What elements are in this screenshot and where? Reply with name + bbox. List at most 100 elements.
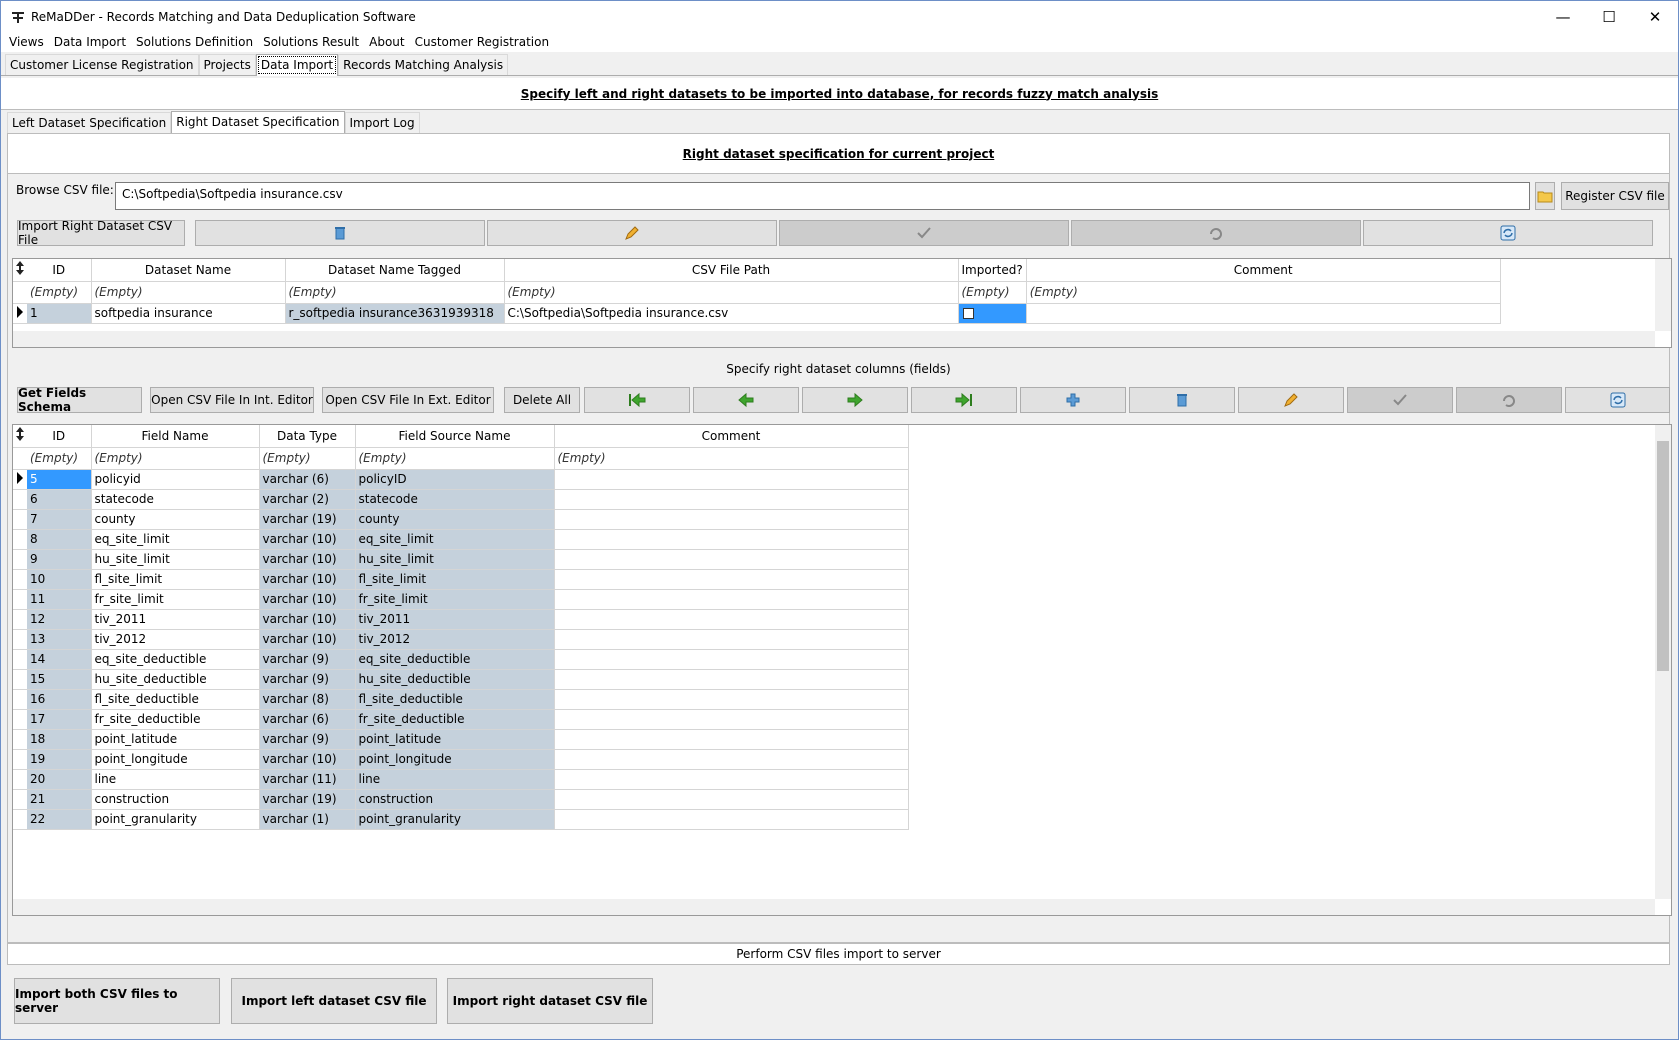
filter-cell[interactable]: (Empty) — [27, 447, 92, 470]
register-csv-button[interactable]: Register CSV file — [1561, 182, 1669, 210]
cell-id[interactable]: 10 — [27, 569, 92, 590]
cell-id[interactable]: 1 — [27, 303, 92, 324]
tab-left-dataset[interactable]: Left Dataset Specification — [7, 112, 172, 133]
cell-field-name[interactable]: policyid — [91, 469, 260, 490]
table-row[interactable]: 22 point_granularity varchar (1) point_gran… — [13, 809, 909, 830]
cell-field-source-name[interactable]: point_longitude — [355, 749, 555, 770]
dataset-delete-button[interactable] — [195, 220, 485, 246]
menu-data-import[interactable]: Data Import — [50, 35, 130, 49]
cell-field-source-name[interactable]: fl_site_deductible — [355, 689, 555, 710]
cell-field-source-name[interactable]: fr_site_limit — [355, 589, 555, 610]
menu-solutions-result[interactable]: Solutions Result — [259, 35, 363, 49]
fields-vscroll[interactable] — [1655, 425, 1671, 899]
cell-data-type[interactable]: varchar (10) — [259, 589, 356, 610]
filter-cell[interactable]: (Empty) — [554, 447, 909, 470]
nav-cancel-button[interactable] — [1456, 387, 1562, 413]
col-imported[interactable]: Imported? — [958, 259, 1027, 282]
cell-comment[interactable] — [554, 609, 909, 630]
cell-data-type[interactable]: varchar (19) — [259, 789, 356, 810]
cell-field-source-name[interactable]: tiv_2011 — [355, 609, 555, 630]
fields-hscroll[interactable] — [13, 899, 1655, 915]
cell-comment[interactable] — [554, 589, 909, 610]
cell-field-source-name[interactable]: fl_site_limit — [355, 569, 555, 590]
dataset-hscroll[interactable] — [13, 331, 1655, 347]
cell-comment[interactable] — [554, 629, 909, 650]
cell-comment[interactable] — [554, 469, 909, 490]
dataset-vscroll[interactable] — [1655, 259, 1671, 331]
filter-cell[interactable]: (Empty) — [91, 447, 260, 470]
cell-field-source-name[interactable]: hu_site_limit — [355, 549, 555, 570]
table-row[interactable]: 8 eq_site_limit varchar (10) eq_site_limit — [13, 529, 909, 550]
table-row[interactable]: 16 fl_site_deductible varchar (8) fl_site_d… — [13, 689, 909, 710]
col-field-source-name[interactable]: Field Source Name — [355, 425, 555, 448]
cell-comment[interactable] — [554, 769, 909, 790]
cell-id[interactable]: 21 — [27, 789, 92, 810]
cell-field-source-name[interactable]: eq_site_deductible — [355, 649, 555, 670]
col-dataset-name[interactable]: Dataset Name — [91, 259, 286, 282]
cell-comment[interactable] — [554, 749, 909, 770]
col-dataset-name-tagged[interactable]: Dataset Name Tagged — [285, 259, 505, 282]
cell-field-source-name[interactable]: point_granularity — [355, 809, 555, 830]
sort-arrows-icon[interactable] — [13, 425, 27, 448]
cell-field-source-name[interactable]: construction — [355, 789, 555, 810]
dataset-cancel-button[interactable] — [1071, 220, 1361, 246]
cell-comment[interactable] — [554, 729, 909, 750]
maximize-icon[interactable]: ☐ — [1586, 1, 1632, 32]
import-left-csv-button[interactable]: Import left dataset CSV file — [231, 978, 437, 1024]
cell-field-name[interactable]: statecode — [91, 489, 260, 510]
cell-id[interactable]: 11 — [27, 589, 92, 610]
cell-field-name[interactable]: fl_site_limit — [91, 569, 260, 590]
csv-path-input[interactable]: C:\Softpedia\Softpedia insurance.csv — [115, 182, 1530, 210]
imported-checkbox[interactable] — [962, 308, 974, 319]
cell-data-type[interactable]: varchar (10) — [259, 569, 356, 590]
col-data-type[interactable]: Data Type — [259, 425, 356, 448]
dataset-refresh-button[interactable] — [1363, 220, 1653, 246]
table-row[interactable]: 13 tiv_2012 varchar (10) tiv_2012 — [13, 629, 909, 650]
menu-customer-registration[interactable]: Customer Registration — [411, 35, 553, 49]
nav-delete-button[interactable] — [1129, 387, 1235, 413]
cell-comment[interactable] — [554, 709, 909, 730]
menu-solutions-definition[interactable]: Solutions Definition — [132, 35, 257, 49]
cell-id[interactable]: 20 — [27, 769, 92, 790]
browse-folder-button[interactable] — [1535, 182, 1555, 210]
cell-field-name[interactable]: fr_site_deductible — [91, 709, 260, 730]
table-row[interactable]: 7 county varchar (19) county — [13, 509, 909, 530]
cell-id[interactable]: 17 — [27, 709, 92, 730]
nav-prior-button[interactable] — [693, 387, 799, 413]
cell-id[interactable]: 19 — [27, 749, 92, 770]
cell-id[interactable]: 13 — [27, 629, 92, 650]
fields-vscroll-thumb[interactable] — [1657, 441, 1669, 671]
menu-views[interactable]: Views — [5, 35, 48, 49]
table-row[interactable]: 17 fr_site_deductible varchar (6) fr_site_d… — [13, 709, 909, 730]
dataset-edit-button[interactable] — [487, 220, 777, 246]
cell-comment[interactable] — [554, 809, 909, 830]
cell-field-source-name[interactable]: eq_site_limit — [355, 529, 555, 550]
cell-data-type[interactable]: varchar (2) — [259, 489, 356, 510]
filter-cell[interactable]: (Empty) — [504, 281, 959, 304]
table-row[interactable]: 19 point_longitude varchar (10) point_longi… — [13, 749, 909, 770]
cell-field-name[interactable]: point_latitude — [91, 729, 260, 750]
nav-first-button[interactable] — [584, 387, 690, 413]
open-csv-int-editor-button[interactable]: Open CSV File In Int. Editor — [150, 387, 314, 413]
cell-id[interactable]: 16 — [27, 689, 92, 710]
filter-cell[interactable]: (Empty) — [958, 281, 1027, 304]
get-fields-schema-button[interactable]: Get Fields Schema — [17, 386, 142, 414]
cell-field-name[interactable]: county — [91, 509, 260, 530]
cell-comment[interactable] — [554, 509, 909, 530]
cell-id[interactable]: 9 — [27, 549, 92, 570]
table-row[interactable]: 18 point_latitude varchar (9) point_latitud… — [13, 729, 909, 750]
cell-data-type[interactable]: varchar (1) — [259, 809, 356, 830]
cell-id[interactable]: 8 — [27, 529, 92, 550]
table-row[interactable]: 10 fl_site_limit varchar (10) fl_site_limit — [13, 569, 909, 590]
table-row[interactable]: 14 eq_site_deductible varchar (9) eq_site_d… — [13, 649, 909, 670]
cell-field-name[interactable]: point_granularity — [91, 809, 260, 830]
table-row[interactable]: 21 construction varchar (19) construction — [13, 789, 909, 810]
tab-import-log[interactable]: Import Log — [344, 112, 420, 133]
cell-field-source-name[interactable]: hu_site_deductible — [355, 669, 555, 690]
table-row[interactable]: 1 softpedia insurance r_softpedia insura… — [13, 303, 1501, 324]
cell-data-type[interactable]: varchar (11) — [259, 769, 356, 790]
cell-comment[interactable] — [554, 649, 909, 670]
cell-field-source-name[interactable]: policyID — [355, 469, 555, 490]
dataset-post-button[interactable] — [779, 220, 1069, 246]
nav-insert-button[interactable] — [1020, 387, 1126, 413]
